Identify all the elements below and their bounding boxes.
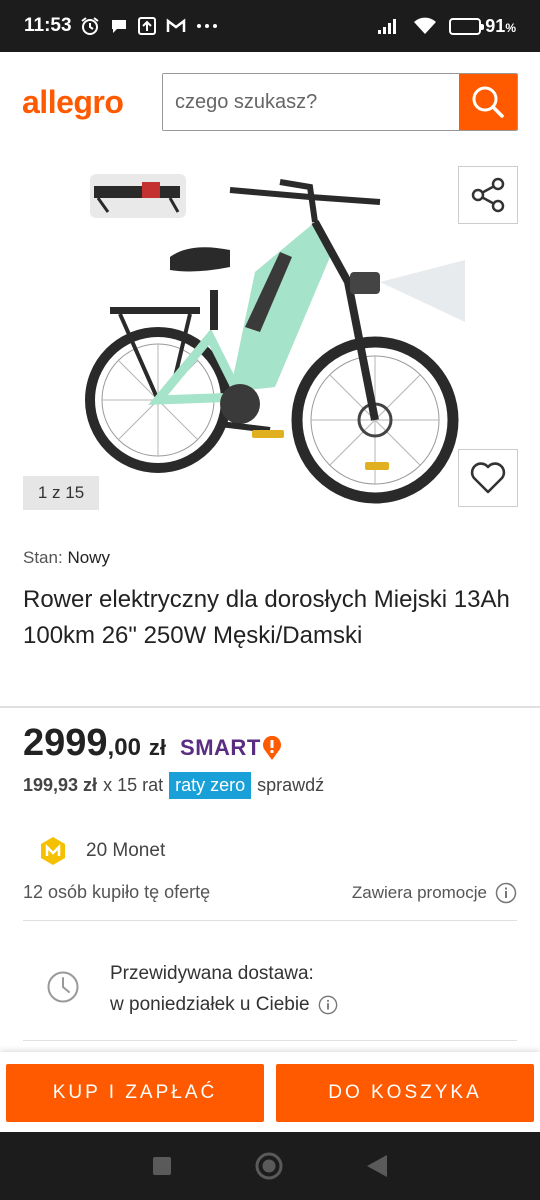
promotions-link[interactable]: Zawiera promocje [352,882,517,904]
app-header: allegro [0,52,540,152]
smart-label: SMART [180,735,261,760]
price-currency: zł [148,735,167,760]
status-time: 11:53 [24,15,72,36]
divider [0,706,540,708]
condition-value: Nowy [67,548,110,567]
bought-count: 12 osób kupiło tę ofertę [23,882,211,902]
battery-indicator: 91% [449,16,516,37]
status-notification-icons [80,16,218,36]
image-counter: 1 z 15 [23,476,99,510]
status-bar: 11:53 91% [0,0,540,52]
status-system-icons: 91% [377,16,516,37]
delivery-info: Przewidywana dostawa: w poniedziałek u C… [46,958,338,1020]
gmail-icon [166,18,185,32]
product-title: Rower elektryczny dla dorosłych Miejski … [23,586,510,649]
home-icon[interactable] [254,1151,284,1181]
battery-icon [449,17,485,35]
buy-now-button[interactable]: KUP I ZAPŁAĆ [6,1064,264,1122]
coin-icon [41,837,65,865]
more-notifications-icon [196,24,217,28]
share-button[interactable] [458,166,518,224]
search-bar [162,73,518,131]
promotions-text: Zawiera promocje [351,883,487,902]
signal-icon [378,19,397,34]
search-button[interactable] [459,74,517,130]
coins-row[interactable]: 20 Monet [38,836,165,866]
condition-label: Stan: [23,548,63,567]
smart-pin-icon [262,735,281,760]
heart-icon [470,462,506,494]
battery-percent: 91 [485,15,506,36]
upload-icon [137,17,156,35]
rear-rack-light-icon[interactable] [90,174,186,218]
installment-count: x 15 rat [103,775,164,795]
share-icon [471,177,505,213]
installment-row: 199,93 zł x 15 rat raty zero sprawdź [23,772,324,799]
condition-row: Stan: Nowy [23,548,110,568]
recent-apps-icon[interactable] [151,1155,173,1177]
battery-unit: % [505,20,516,35]
delivery-label: Przewidywana dostawa: [110,963,314,984]
info-icon[interactable] [318,995,338,1015]
divider [23,1040,517,1041]
info-icon [495,882,517,904]
back-icon[interactable] [365,1153,389,1179]
wifi-icon [414,17,437,34]
smart-badge[interactable]: SMART [180,735,283,761]
alarm-icon [80,17,99,35]
search-input[interactable] [163,74,459,130]
price-row: 2999 ,00 zł SMART [23,722,283,765]
clock-icon [47,971,79,1003]
favorite-button[interactable] [458,449,518,507]
price-decimal: ,00 [107,734,141,761]
delivery-date: w poniedziałek u Ciebie [110,994,310,1015]
coins-text: 20 Monet [86,840,166,861]
system-nav-bar [0,1132,540,1200]
purchase-action-bar: KUP I ZAPŁAĆ DO KOSZYKA [0,1052,540,1132]
product-gallery[interactable]: 1 z 15 [0,152,540,524]
price-integer: 2999 [23,722,108,764]
installment-check-link[interactable]: sprawdź [257,775,324,796]
divider [23,920,517,921]
allegro-logo[interactable]: allegro [22,84,162,121]
raty-zero-badge[interactable]: raty zero [169,772,252,799]
installment-amount: 199,93 zł [23,775,98,795]
add-to-cart-button[interactable]: DO KOSZYKA [276,1064,534,1122]
search-icon [472,86,504,118]
chat-bubble-icon [111,20,126,33]
